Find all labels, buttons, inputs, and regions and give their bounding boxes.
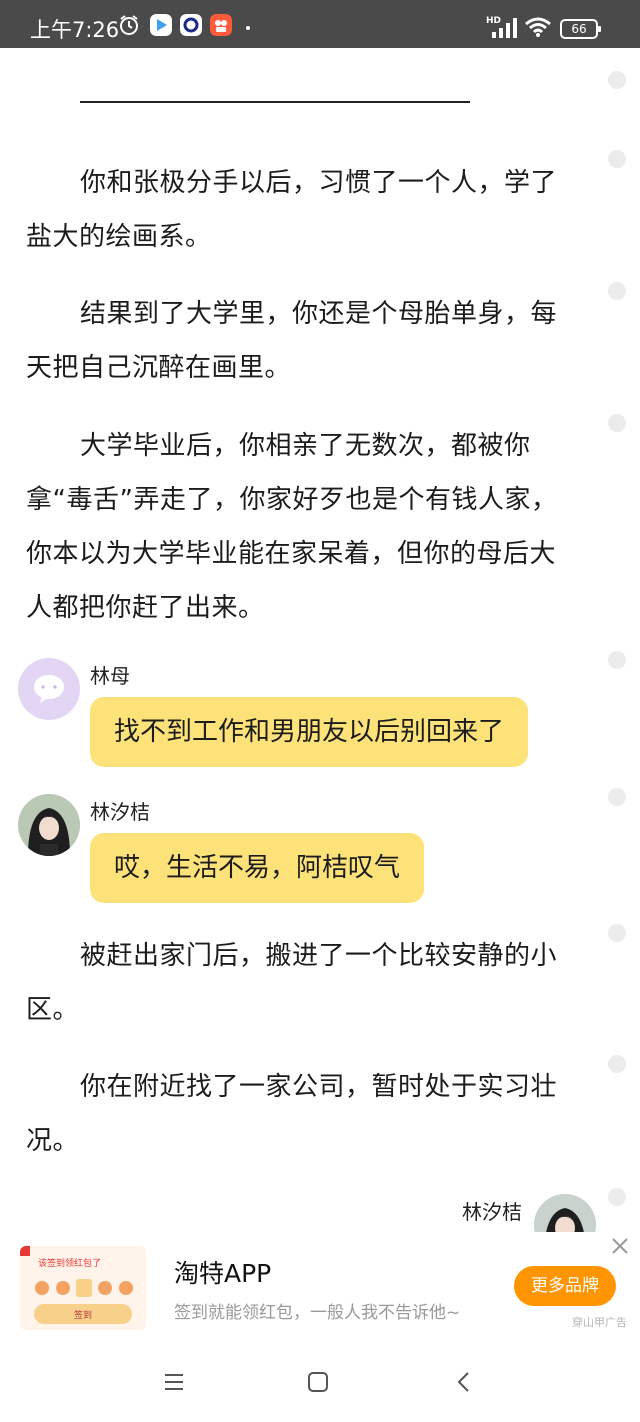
ad-thumb-headline: 该签到领红包了 xyxy=(38,1257,101,1269)
user-photo xyxy=(534,1194,596,1232)
app-circle-icon xyxy=(180,14,202,36)
ad-thumb-button: 签到 xyxy=(74,1309,92,1321)
chat-bubble-icon xyxy=(34,675,64,703)
play-store-icon xyxy=(150,14,172,36)
ad-banner[interactable]: 该签到领红包了 签到 淘特APP 签到就能领红包，一般人我不告诉他~ 更多品牌 … xyxy=(0,1232,640,1342)
back-icon[interactable] xyxy=(452,1370,476,1394)
kuaishou-icon xyxy=(210,14,232,36)
paragraph-comment-dot[interactable] xyxy=(608,150,626,168)
paragraph-comment-dot[interactable] xyxy=(608,282,626,300)
paragraph-comment-dot[interactable] xyxy=(608,1188,626,1206)
speaker-name: 林汐桔 xyxy=(462,1200,522,1224)
paragraph-comment-dot[interactable] xyxy=(608,71,626,89)
close-icon[interactable] xyxy=(610,1236,630,1256)
menu-icon[interactable] xyxy=(162,1370,186,1394)
speaker-name: 林母 xyxy=(90,664,130,688)
paragraph-comment-dot[interactable] xyxy=(608,651,626,669)
ad-source-tag: 穿山甲广告 xyxy=(572,1316,627,1329)
story-paragraph: 大学毕业后，你相亲了无数次，都被你拿“毒舌”弄走了，你家好歹也是个有钱人家，你本… xyxy=(26,431,558,623)
clock: 上午7:26 xyxy=(30,18,120,42)
ad-title[interactable]: 淘特APP xyxy=(174,1254,271,1290)
chapter-divider xyxy=(80,101,470,103)
paragraph-comment-dot[interactable] xyxy=(608,788,626,806)
alarm-icon xyxy=(120,15,138,35)
avatar-clip xyxy=(534,1194,596,1232)
avatar[interactable] xyxy=(534,1194,596,1232)
speaker-name: 林汐桔 xyxy=(90,800,150,824)
avatar[interactable] xyxy=(18,658,80,720)
ad-description: 签到就能领红包，一般人我不告诉他~ xyxy=(174,1303,461,1323)
system-nav-bar xyxy=(0,1342,640,1422)
story-paragraph: 你在附近找了一家公司，暂时处于实习壮况。 xyxy=(26,1072,558,1156)
ad-thumbnail[interactable]: 该签到领红包了 签到 xyxy=(20,1246,146,1330)
ad-cta-button[interactable]: 更多品牌 xyxy=(514,1266,616,1306)
story-paragraph: 你和张极分手以后，习惯了一个人，学了盐大的绘画系。 xyxy=(26,168,558,252)
signal-icon xyxy=(492,18,517,38)
home-icon[interactable] xyxy=(306,1370,330,1394)
chat-bubble: 找不到工作和男朋友以后别回来了 xyxy=(90,697,529,767)
battery-icon: 66 xyxy=(560,19,601,39)
status-bar: 上午7:26 HD 66 xyxy=(0,0,640,48)
paragraph-comment-dot[interactable] xyxy=(608,924,626,942)
paragraph-comment-dot[interactable] xyxy=(608,1055,626,1073)
story-paragraph: 结果到了大学里，你还是个母胎单身，每天把自己沉醉在画里。 xyxy=(26,299,558,383)
user-photo xyxy=(18,794,80,856)
chat-bubble: 哎，生活不易，阿桔叹气 xyxy=(90,833,425,903)
notification-dot xyxy=(246,26,250,30)
story-paragraph: 被赶出家门后，搬进了一个比较安静的小区。 xyxy=(26,941,558,1025)
wifi-icon xyxy=(525,17,551,37)
ad-thumbnail-art: 该签到领红包了 签到 xyxy=(20,1246,133,1324)
avatar[interactable] xyxy=(18,794,80,856)
paragraph-comment-dot[interactable] xyxy=(608,414,626,432)
